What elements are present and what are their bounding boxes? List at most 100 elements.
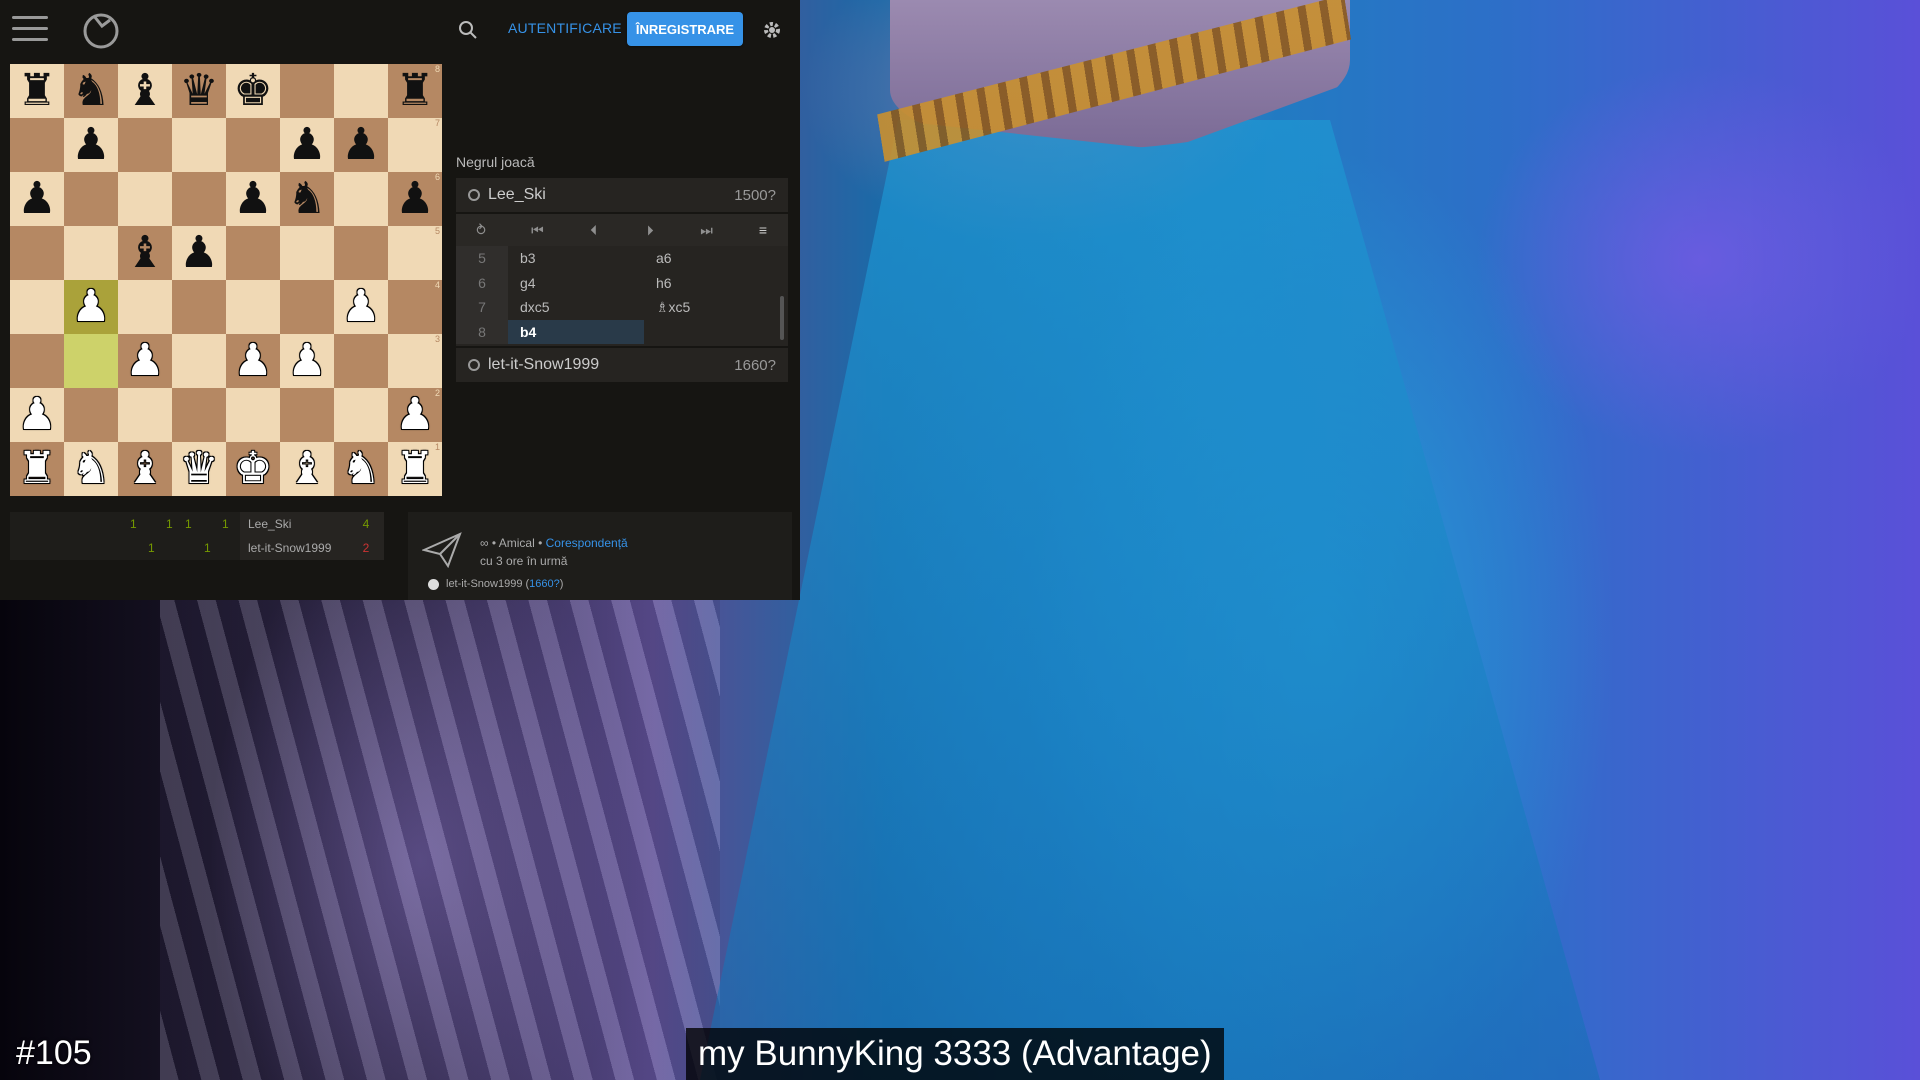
black-rook-icon[interactable]: ♜ bbox=[395, 69, 434, 113]
white-king-icon[interactable]: ♚ bbox=[233, 447, 272, 491]
square-c4[interactable] bbox=[118, 280, 172, 334]
white-pawn-icon[interactable]: ♟ bbox=[17, 393, 56, 437]
white-knight-icon[interactable]: ♞ bbox=[71, 447, 110, 491]
white-pawn-icon[interactable]: ♟ bbox=[71, 285, 110, 329]
black-pawn-icon[interactable]: ♟ bbox=[233, 177, 272, 221]
black-move[interactable]: ♗xc5 bbox=[644, 295, 780, 320]
square-c7[interactable] bbox=[118, 118, 172, 172]
square-a4[interactable] bbox=[10, 280, 64, 334]
square-h4[interactable]: 4 bbox=[388, 280, 442, 334]
white-queen-icon[interactable]: ♛ bbox=[179, 447, 218, 491]
register-button[interactable]: ÎNREGISTRARE bbox=[627, 12, 743, 46]
black-knight-icon[interactable]: ♞ bbox=[287, 177, 326, 221]
square-g8[interactable] bbox=[334, 64, 388, 118]
square-f4[interactable] bbox=[280, 280, 334, 334]
score-cell[interactable]: 1 bbox=[204, 541, 211, 555]
black-knight-icon[interactable]: ♞ bbox=[71, 69, 110, 113]
square-h7[interactable]: 7 bbox=[388, 118, 442, 172]
square-c8[interactable]: ♝ bbox=[118, 64, 172, 118]
square-f5[interactable] bbox=[280, 226, 334, 280]
white-bishop-icon[interactable]: ♝ bbox=[287, 447, 326, 491]
first-move-button[interactable]: ⏮ bbox=[522, 222, 552, 239]
square-d4[interactable] bbox=[172, 280, 226, 334]
square-b8[interactable]: ♞ bbox=[64, 64, 118, 118]
square-b7[interactable]: ♟ bbox=[64, 118, 118, 172]
black-rook-icon[interactable]: ♜ bbox=[17, 69, 56, 113]
current-move[interactable]: b4 bbox=[508, 319, 644, 344]
next-move-button[interactable]: ⏵ bbox=[635, 222, 665, 239]
square-c3[interactable]: ♟ bbox=[118, 334, 172, 388]
black-bishop-icon[interactable]: ♝ bbox=[125, 69, 164, 113]
black-pawn-icon[interactable]: ♟ bbox=[17, 177, 56, 221]
square-g4[interactable]: ♟ bbox=[334, 280, 388, 334]
player-bottom[interactable]: let-it-Snow1999 1660? bbox=[456, 348, 788, 382]
square-a6[interactable]: ♟ bbox=[10, 172, 64, 226]
black-move[interactable] bbox=[644, 320, 780, 345]
search-icon[interactable] bbox=[456, 18, 480, 42]
square-e4[interactable] bbox=[226, 280, 280, 334]
square-f6[interactable]: ♞ bbox=[280, 172, 334, 226]
move-list-scrollbar[interactable] bbox=[780, 296, 784, 340]
square-a5[interactable] bbox=[10, 226, 64, 280]
square-h8[interactable]: ♜ 8 bbox=[388, 64, 442, 118]
square-d2[interactable] bbox=[172, 388, 226, 442]
white-move[interactable]: b3 bbox=[508, 246, 644, 271]
menu-button[interactable]: ≡ bbox=[748, 222, 778, 238]
square-b4[interactable]: ♟ bbox=[64, 280, 118, 334]
square-b2[interactable] bbox=[64, 388, 118, 442]
score-cell[interactable]: 1 bbox=[222, 517, 229, 531]
square-a7[interactable] bbox=[10, 118, 64, 172]
square-c6[interactable] bbox=[118, 172, 172, 226]
player-bottom-name[interactable]: let-it-Snow1999 bbox=[488, 356, 734, 374]
black-pawn-icon[interactable]: ♟ bbox=[341, 123, 380, 167]
square-a2[interactable]: ♟ bbox=[10, 388, 64, 442]
gear-icon[interactable] bbox=[760, 18, 784, 42]
square-d5[interactable]: ♟ bbox=[172, 226, 226, 280]
black-king-icon[interactable]: ♚ bbox=[233, 69, 272, 113]
player-top-name[interactable]: Lee_Ski bbox=[488, 186, 734, 204]
white-pawn-icon[interactable]: ♟ bbox=[287, 339, 326, 383]
square-e8[interactable]: ♚ bbox=[226, 64, 280, 118]
score-cell[interactable]: 1 bbox=[148, 541, 155, 555]
black-pawn-icon[interactable]: ♟ bbox=[179, 231, 218, 275]
square-g1[interactable]: ♞ bbox=[334, 442, 388, 496]
white-knight-icon[interactable]: ♞ bbox=[341, 447, 380, 491]
square-g6[interactable] bbox=[334, 172, 388, 226]
square-d7[interactable] bbox=[172, 118, 226, 172]
square-e6[interactable]: ♟ bbox=[226, 172, 280, 226]
square-g3[interactable] bbox=[334, 334, 388, 388]
white-pawn-icon[interactable]: ♟ bbox=[395, 393, 434, 437]
square-a1[interactable]: ♜ bbox=[10, 442, 64, 496]
black-pawn-icon[interactable]: ♟ bbox=[287, 123, 326, 167]
crosstable-player-name[interactable]: let-it-Snow1999 bbox=[240, 536, 348, 560]
square-e7[interactable] bbox=[226, 118, 280, 172]
black-pawn-icon[interactable]: ♟ bbox=[71, 123, 110, 167]
white-pawn-icon[interactable]: ♟ bbox=[341, 285, 380, 329]
black-move[interactable]: h6 bbox=[644, 271, 780, 296]
square-f8[interactable] bbox=[280, 64, 334, 118]
login-link[interactable]: AUTENTIFICARE bbox=[508, 20, 622, 36]
score-cell[interactable]: 1 bbox=[185, 517, 192, 531]
black-pawn-icon[interactable]: ♟ bbox=[395, 177, 434, 221]
white-pawn-icon[interactable]: ♟ bbox=[233, 339, 272, 383]
flip-board-button[interactable]: ⥁ bbox=[466, 222, 496, 239]
square-f3[interactable]: ♟ bbox=[280, 334, 334, 388]
square-h2[interactable]: ♟ 2 bbox=[388, 388, 442, 442]
square-g7[interactable]: ♟ bbox=[334, 118, 388, 172]
square-e2[interactable] bbox=[226, 388, 280, 442]
square-f2[interactable] bbox=[280, 388, 334, 442]
square-f1[interactable]: ♝ bbox=[280, 442, 334, 496]
square-a8[interactable]: ♜ bbox=[10, 64, 64, 118]
game-speed-link[interactable]: Corespondență bbox=[546, 536, 628, 550]
black-queen-icon[interactable]: ♛ bbox=[179, 69, 218, 113]
square-h1[interactable]: ♜ 1 bbox=[388, 442, 442, 496]
square-d6[interactable] bbox=[172, 172, 226, 226]
last-move-button[interactable]: ⏭ bbox=[692, 222, 722, 239]
prev-move-button[interactable]: ⏴ bbox=[579, 222, 609, 239]
square-d1[interactable]: ♛ bbox=[172, 442, 226, 496]
square-e5[interactable] bbox=[226, 226, 280, 280]
square-c1[interactable]: ♝ bbox=[118, 442, 172, 496]
game-info-player-name[interactable]: let-it-Snow1999 bbox=[446, 578, 522, 590]
lichess-logo-icon[interactable] bbox=[80, 8, 122, 50]
square-b5[interactable] bbox=[64, 226, 118, 280]
